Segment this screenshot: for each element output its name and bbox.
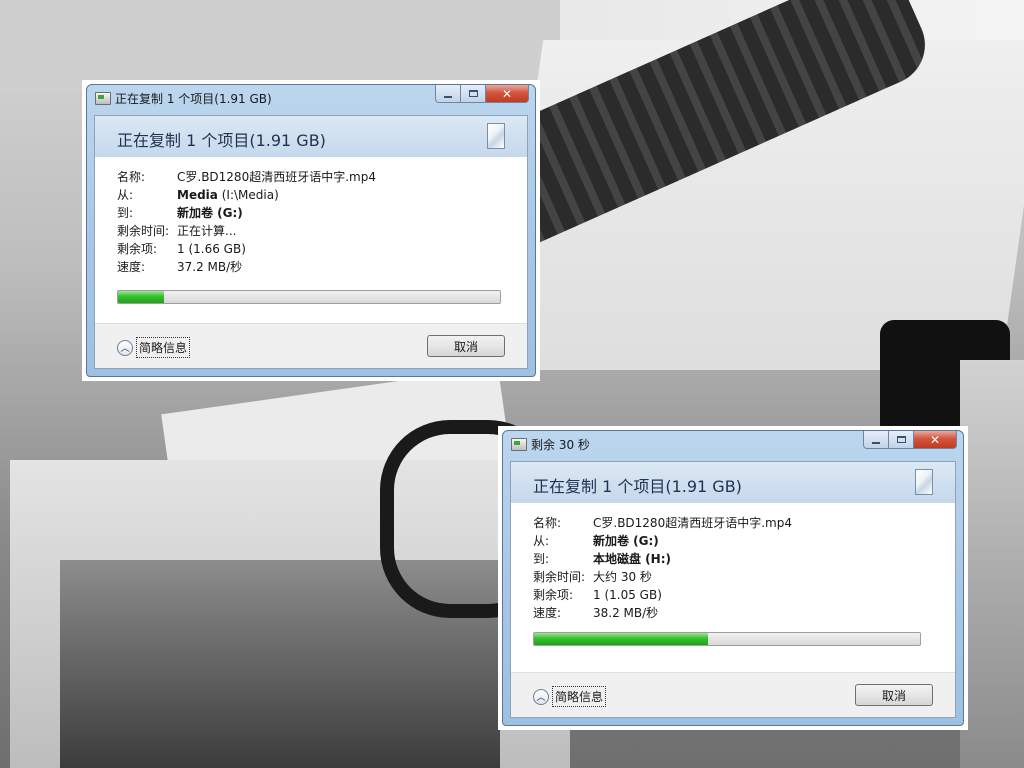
- more-details-toggle[interactable]: ︿ 简略信息: [117, 337, 191, 358]
- items-remaining-row: 剩余项: 1 (1.66 GB): [117, 240, 376, 258]
- to-row: 到: 本地磁盘 (H:): [533, 550, 792, 568]
- minimize-icon: [872, 441, 880, 444]
- to-value-link[interactable]: 本地磁盘 (H:): [593, 550, 671, 568]
- from-row: 从: 新加卷 (G:): [533, 532, 792, 550]
- caption-buttons: ✕: [435, 85, 529, 104]
- time-remaining-value: 大约 30 秒: [593, 570, 652, 584]
- dialog-client: 正在复制 1 个项目(1.91 GB) 名称: C罗.BD1280超清西班牙语中…: [94, 115, 528, 369]
- dialog-footer: ︿ 简略信息 取消: [511, 672, 955, 717]
- items-remaining-value: 1 (1.05 GB): [593, 588, 662, 602]
- copy-dialog-1: 正在复制 1 个项目(1.91 GB) ✕ 正在复制 1 个项目(1.91 GB…: [82, 80, 540, 381]
- caption-buttons: ✕: [863, 431, 957, 450]
- details-toggle-label: 简略信息: [136, 337, 191, 358]
- time-remaining-value: 正在计算...: [177, 224, 237, 238]
- copy-window-icon: [511, 438, 527, 451]
- speed-value: 38.2 MB/秒: [593, 606, 659, 620]
- copy-window-icon: [95, 92, 111, 105]
- speed-row: 速度: 37.2 MB/秒: [117, 258, 376, 276]
- more-details-toggle[interactable]: ︿ 简略信息: [533, 686, 607, 707]
- copy-animation-icon: [915, 469, 933, 495]
- copy-dialog-2: 剩余 30 秒 ✕ 正在复制 1 个项目(1.91 GB) 名称: C罗.BD1…: [498, 426, 968, 730]
- items-remaining-label: 剩余项:: [533, 588, 574, 602]
- dialog-client: 正在复制 1 个项目(1.91 GB) 名称: C罗.BD1280超清西班牙语中…: [510, 461, 956, 718]
- name-label: 名称:: [533, 516, 562, 530]
- dialog-heading: 正在复制 1 个项目(1.91 GB): [117, 131, 326, 150]
- minimize-icon: [444, 95, 452, 98]
- title-bar[interactable]: 剩余 30 秒 ✕: [503, 431, 963, 457]
- photo-edge: [960, 360, 1024, 768]
- close-icon: ✕: [501, 86, 513, 101]
- copy-details: 名称: C罗.BD1280超清西班牙语中字.mp4 从: 新加卷 (G:) 到:…: [533, 514, 792, 622]
- dialog-footer: ︿ 简略信息 取消: [95, 323, 527, 368]
- to-label: 到:: [117, 206, 134, 220]
- speed-row: 速度: 38.2 MB/秒: [533, 604, 792, 622]
- copy-details: 名称: C罗.BD1280超清西班牙语中字.mp4 从: Media (I:\M…: [117, 168, 376, 276]
- copy-progress-bar: [117, 290, 501, 304]
- dialog-window: 剩余 30 秒 ✕ 正在复制 1 个项目(1.91 GB) 名称: C罗.BD1…: [502, 430, 964, 726]
- name-row: 名称: C罗.BD1280超清西班牙语中字.mp4: [533, 514, 792, 532]
- from-value-link[interactable]: 新加卷 (G:): [593, 532, 659, 550]
- cancel-button[interactable]: 取消: [427, 335, 505, 357]
- dialog-window: 正在复制 1 个项目(1.91 GB) ✕ 正在复制 1 个项目(1.91 GB…: [86, 84, 536, 377]
- photo-wall: [0, 0, 560, 90]
- maximize-icon: [896, 436, 906, 443]
- from-label: 从:: [117, 188, 134, 202]
- close-button[interactable]: ✕: [914, 431, 957, 449]
- speed-label: 速度:: [117, 260, 146, 274]
- progress-fill: [534, 633, 708, 645]
- to-value-link[interactable]: 新加卷 (G:): [177, 204, 243, 222]
- header-band: 正在复制 1 个项目(1.91 GB): [95, 116, 527, 157]
- from-value-path: (I:\Media): [221, 188, 279, 202]
- maximize-button[interactable]: [889, 431, 914, 449]
- title-bar[interactable]: 正在复制 1 个项目(1.91 GB) ✕: [87, 85, 535, 111]
- items-remaining-row: 剩余项: 1 (1.05 GB): [533, 586, 792, 604]
- minimize-button[interactable]: [863, 431, 889, 449]
- speed-value: 37.2 MB/秒: [177, 260, 243, 274]
- from-label: 从:: [533, 534, 550, 548]
- time-remaining-row: 剩余时间: 大约 30 秒: [533, 568, 792, 586]
- speed-label: 速度:: [533, 606, 562, 620]
- window-title: 正在复制 1 个项目(1.91 GB): [115, 92, 272, 106]
- cancel-button[interactable]: 取消: [855, 684, 933, 706]
- progress-fill: [118, 291, 164, 303]
- maximize-button[interactable]: [461, 85, 486, 103]
- from-value-link[interactable]: Media: [177, 186, 218, 204]
- chevron-up-icon: ︿: [117, 339, 133, 356]
- name-value: C罗.BD1280超清西班牙语中字.mp4: [593, 516, 792, 530]
- header-band: 正在复制 1 个项目(1.91 GB): [511, 462, 955, 503]
- maximize-icon: [468, 90, 478, 97]
- time-remaining-row: 剩余时间: 正在计算...: [117, 222, 376, 240]
- dialog-heading: 正在复制 1 个项目(1.91 GB): [533, 477, 742, 496]
- time-remaining-label: 剩余时间:: [533, 570, 586, 584]
- to-row: 到: 新加卷 (G:): [117, 204, 376, 222]
- window-title: 剩余 30 秒: [531, 438, 590, 452]
- name-label: 名称:: [117, 170, 146, 184]
- name-value: C罗.BD1280超清西班牙语中字.mp4: [177, 170, 376, 184]
- copy-progress-bar: [533, 632, 921, 646]
- to-label: 到:: [533, 552, 550, 566]
- name-row: 名称: C罗.BD1280超清西班牙语中字.mp4: [117, 168, 376, 186]
- items-remaining-value: 1 (1.66 GB): [177, 242, 246, 256]
- details-toggle-label: 简略信息: [552, 686, 607, 707]
- chevron-up-icon: ︿: [533, 688, 549, 705]
- close-button[interactable]: ✕: [486, 85, 529, 103]
- close-icon: ✕: [929, 432, 941, 447]
- from-row: 从: Media (I:\Media): [117, 186, 376, 204]
- time-remaining-label: 剩余时间:: [117, 224, 170, 238]
- copy-animation-icon: [487, 123, 505, 149]
- minimize-button[interactable]: [435, 85, 461, 103]
- items-remaining-label: 剩余项:: [117, 242, 158, 256]
